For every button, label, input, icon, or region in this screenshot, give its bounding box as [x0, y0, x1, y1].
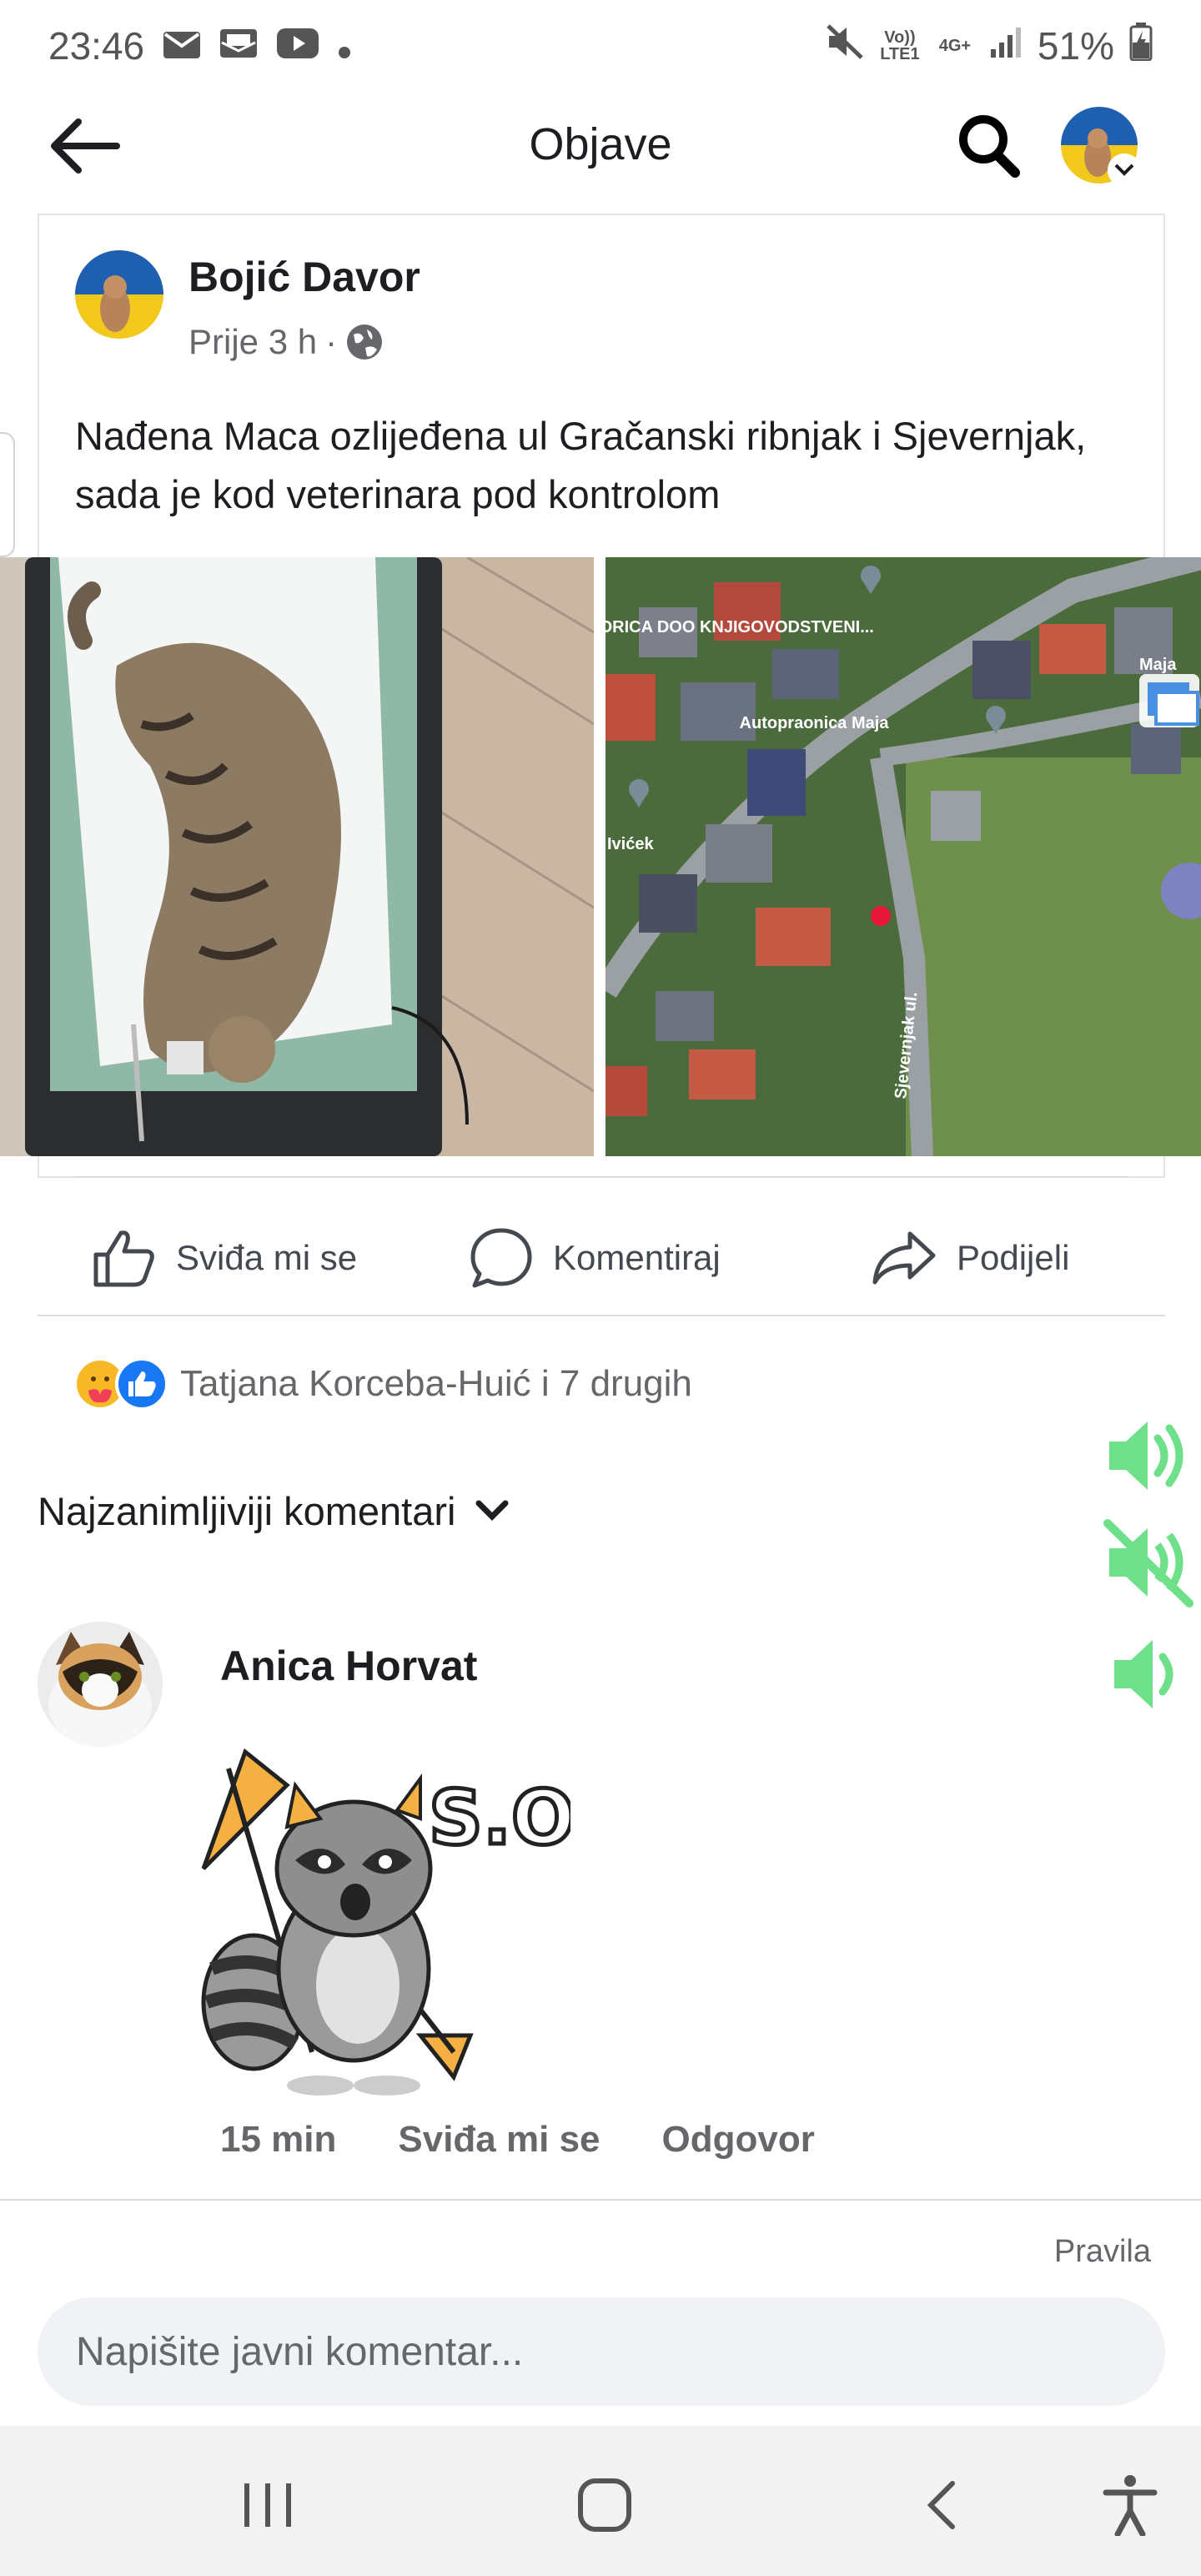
comment-like-button[interactable]: Sviđa mi se [398, 2119, 600, 2161]
back-button[interactable] [48, 117, 123, 175]
comment-reply-button[interactable]: Odgovor [662, 2119, 815, 2161]
network-type-lte: Vo)) LTE1 [880, 28, 920, 63]
post-photo-map[interactable]: KORICA DOO KNJIGOVODSTVENI... Autopraoni… [606, 557, 1201, 1156]
post-author-avatar[interactable] [75, 250, 163, 339]
system-nav-bar [0, 2426, 1201, 2576]
comment-time[interactable]: 15 min [220, 2119, 336, 2161]
volume-mute-icon[interactable] [1103, 1517, 1194, 1608]
edge-panel-handle[interactable] [0, 432, 15, 557]
sticker-text: S.O.S! [429, 1774, 570, 1862]
chevron-left-icon [927, 2481, 955, 2529]
post-meta: Prije 3 h · [188, 322, 384, 362]
comment-button[interactable]: Komentiraj [470, 1225, 721, 1291]
recent-apps-button[interactable] [222, 2468, 314, 2543]
post-text: Nađena Maca ozlijeđena ul Gračanski ribn… [75, 414, 1087, 516]
comment-actions: 15 min Sviđa mi se Odgovor [220, 2119, 815, 2161]
dot-icon [338, 23, 351, 68]
meta-separator: · [325, 322, 338, 361]
youtube-icon [276, 23, 319, 68]
chevron-down-icon [475, 1500, 509, 1521]
volume-down-icon[interactable] [1103, 1628, 1194, 1720]
commenter-name[interactable]: Anica Horvat [220, 1642, 477, 1690]
search-button[interactable] [956, 110, 1023, 182]
arrow-left-icon [51, 118, 120, 174]
system-back-button[interactable] [896, 2468, 987, 2543]
post-divider [75, 1176, 1128, 1178]
mail-icon [163, 23, 201, 68]
comment-composer: Pravila [0, 2199, 1201, 2426]
comment-input[interactable] [38, 2297, 1165, 2406]
network-type-4g: 4G+ [938, 37, 972, 55]
accessibility-icon [1103, 2475, 1158, 2536]
status-time: 23:46 [48, 24, 145, 68]
globe-icon [347, 325, 383, 360]
home-icon [578, 2478, 631, 2532]
like-button[interactable]: Sviđa mi se [93, 1225, 357, 1291]
comment-sort-dropdown[interactable]: Najzanimljiviji komentari [38, 1488, 509, 1534]
mail-open-icon [219, 23, 258, 68]
volume-up-icon[interactable] [1103, 1410, 1194, 1502]
map-label-car-wash: Autopraonica Maja [740, 714, 890, 732]
map-label-partial-left: Ivićek [607, 835, 654, 853]
account-menu-chevron-icon[interactable] [1108, 153, 1141, 187]
map-label-partial-right: Maja [1139, 656, 1177, 674]
post-action-bar: Sviđa mi se Komentiraj Podijeli [38, 1191, 1165, 1316]
comment-bubble-icon [470, 1228, 532, 1288]
app-header: Objave [0, 92, 1201, 200]
like-icon [115, 1357, 168, 1411]
reactions-summary[interactable]: Tatjana Korceba-Huić i 7 drugih [73, 1356, 692, 1411]
accessibility-button[interactable] [1084, 2468, 1176, 2543]
share-arrow-icon [872, 1231, 936, 1285]
post-author-name[interactable]: Bojić Davor [188, 253, 420, 301]
post-photo-cat[interactable] [0, 557, 594, 1156]
comment-label: Komentiraj [553, 1238, 721, 1277]
rules-link[interactable]: Pravila [1054, 2234, 1151, 2270]
home-button[interactable] [559, 2468, 651, 2543]
share-button[interactable]: Podijeli [872, 1225, 1069, 1291]
like-label: Sviđa mi se [176, 1238, 358, 1277]
recent-apps-icon [244, 2483, 291, 2527]
reactions-text: Tatjana Korceba-Huić i 7 drugih [180, 1363, 692, 1404]
status-bar: 23:46 Vo)) LTE1 4G+ 51% [0, 0, 1201, 92]
post-time[interactable]: Prije 3 h [188, 322, 317, 362]
signal-icon [989, 23, 1023, 68]
battery-icon [1129, 22, 1153, 70]
search-icon [959, 115, 1020, 178]
raccoon-sos-sticker[interactable]: S.O.S! [178, 1718, 692, 2102]
commenter-avatar[interactable] [38, 1622, 163, 1747]
mute-icon [826, 23, 864, 69]
comment-sort-label: Najzanimljiviji komentari [38, 1489, 456, 1533]
share-label: Podijeli [957, 1238, 1070, 1277]
map-label-business: KORICA DOO KNJIGOVODSTVENI... [606, 618, 874, 636]
battery-text: 51% [1037, 24, 1114, 68]
thumbs-up-icon [93, 1230, 154, 1287]
overlay-window-icon [1139, 674, 1199, 727]
